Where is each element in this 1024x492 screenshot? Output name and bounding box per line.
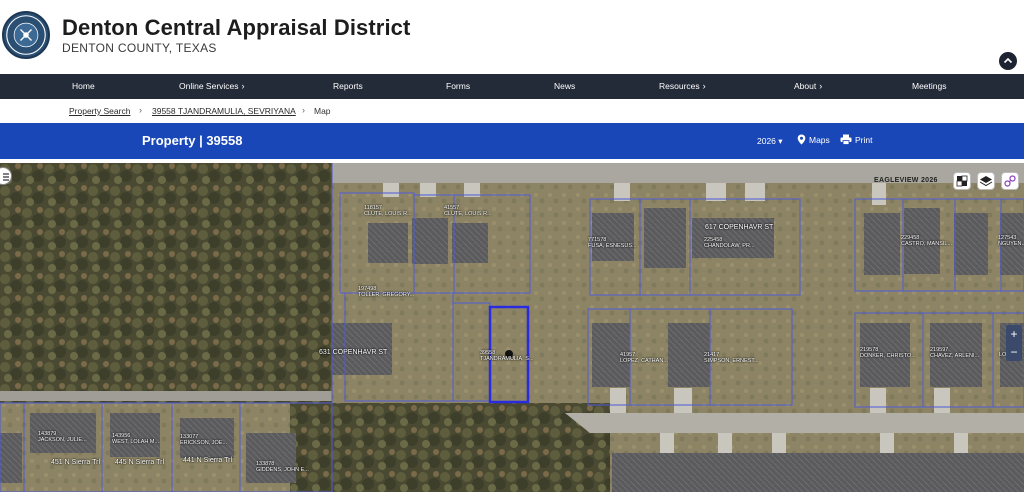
parcel-label: 118157 CLUTE, LOUIS R...: [364, 205, 412, 217]
street-label: 631 COPENHAVR ST: [319, 349, 388, 356]
breadcrumb-property-search[interactable]: Property Search: [69, 106, 130, 116]
parcel-label: 219597 CHAVEZ, ARLENI...: [930, 347, 980, 359]
print-label: Print: [855, 134, 873, 145]
parcel-label: 219578 DONKER, CHRISTO...: [860, 347, 916, 359]
site-header: Denton Central Appraisal District DENTON…: [0, 0, 1024, 74]
parcel-label: 143956 WEST, LOLAH M...: [112, 433, 160, 445]
property-bar: Property | 39558 2026 ▾ Maps Print: [0, 123, 1024, 159]
nav-resources[interactable]: Resources ›: [659, 74, 706, 99]
parcel-label: 225458 CHANDOLAW, PR...: [704, 237, 755, 249]
street-label: 441 N Sierra Trl: [183, 457, 233, 464]
chevron-right-icon: ›: [819, 81, 823, 91]
parcel-label: 21417 SIMPSON, ERNEST...: [704, 352, 759, 364]
nav-forms[interactable]: Forms: [446, 74, 470, 99]
parcel-label: 143879 JACKSON, JULIE...: [38, 431, 87, 443]
basemap-toggle-button[interactable]: [953, 172, 971, 190]
link-icon: [1004, 175, 1016, 187]
year-select[interactable]: 2026 ▾: [757, 136, 783, 147]
street-label: 451 N Sierra Trl: [51, 459, 101, 466]
imagery-source-label: EAGLEVIEW 2026: [874, 177, 938, 184]
parcel-label: 133878 GIDDENS, JOHN E...: [256, 461, 309, 473]
nav-home-label: Home: [72, 81, 95, 91]
property-title: Property | 39558: [142, 133, 243, 148]
nav-meetings-label: Meetings: [912, 81, 947, 91]
maps-label: Maps: [809, 134, 830, 145]
nav-online-services[interactable]: Online Services ›: [179, 74, 245, 99]
breadcrumb-current: Map: [314, 106, 331, 116]
nav-meetings[interactable]: Meetings: [912, 74, 947, 99]
nav-about-label: About: [794, 81, 817, 91]
breadcrumb-property-owner[interactable]: 39558 TJANDRAMULIA, SEVRIYANA: [152, 106, 296, 116]
breadcrumb: Property Search › 39558 TJANDRAMULIA, SE…: [0, 99, 1024, 123]
scroll-top-button[interactable]: [999, 52, 1017, 70]
layers-icon: [979, 176, 993, 187]
parcel-label: 41957 LOPEZ, CATHAN...: [620, 352, 668, 364]
nav-reports[interactable]: Reports: [333, 74, 363, 99]
menu-icon: [3, 173, 9, 181]
nav-resources-label: Resources: [659, 81, 700, 91]
zoom-out-button[interactable]: −: [1006, 343, 1022, 361]
breadcrumb-separator: ›: [302, 105, 305, 115]
caret-down-icon: ▾: [778, 136, 783, 146]
maps-button[interactable]: Maps: [797, 134, 830, 145]
parcel-label: 229458 CASTRO, MANSIL...: [901, 235, 953, 247]
county-seal-logo[interactable]: [2, 11, 50, 59]
site-title: Denton Central Appraisal District: [62, 15, 411, 40]
grid-icon: [956, 175, 968, 187]
nav-home[interactable]: Home: [72, 74, 95, 99]
nav-news[interactable]: News: [554, 74, 575, 99]
parcel-label: 39558 TJANDRAMULIA, S...: [480, 350, 534, 362]
zoom-control: + −: [1006, 325, 1022, 361]
zoom-in-button[interactable]: +: [1006, 325, 1022, 343]
layers-button[interactable]: [977, 172, 995, 190]
share-button[interactable]: [1001, 172, 1019, 190]
street-label: 617 COPENHAVR ST: [705, 224, 774, 231]
parcel-label: 197498 TOLLER, GREGORY...: [358, 286, 415, 298]
nav-online-services-label: Online Services: [179, 81, 239, 91]
map-pin-icon: [797, 134, 806, 145]
nav-news-label: News: [554, 81, 576, 91]
parcel-map[interactable]: 118157 CLUTE, LOUIS R... 41557 CLUTE, LOUI…: [0, 163, 1024, 492]
chevron-right-icon: ›: [702, 81, 706, 91]
breadcrumb-separator: ›: [139, 105, 142, 115]
nav-reports-label: Reports: [333, 81, 363, 91]
layers-toggle-button[interactable]: [0, 167, 12, 185]
print-button[interactable]: Print: [840, 134, 872, 145]
year-value: 2026: [757, 136, 776, 146]
street-label: 445 N Sierra Trl: [115, 459, 165, 466]
parcel-label: 127543 NGUYEN...: [998, 235, 1024, 247]
nav-about[interactable]: About ›: [794, 74, 822, 99]
parcel-label: 133077 ERICKSON, JOE...: [180, 434, 228, 446]
chevron-up-icon: [1003, 57, 1013, 64]
printer-icon: [840, 134, 852, 145]
parcel-label: 771578 FUSA, ESNESUS...: [588, 237, 637, 249]
nav-forms-label: Forms: [446, 81, 471, 91]
seal-icon: [6, 15, 46, 55]
site-subtitle: DENTON COUNTY, TEXAS: [62, 41, 217, 55]
parcel-label: 41557 CLUTE, LOUIS R...: [444, 205, 492, 217]
chevron-right-icon: ›: [241, 81, 245, 91]
main-nav: Home Online Services › Reports Forms New…: [0, 74, 1024, 99]
